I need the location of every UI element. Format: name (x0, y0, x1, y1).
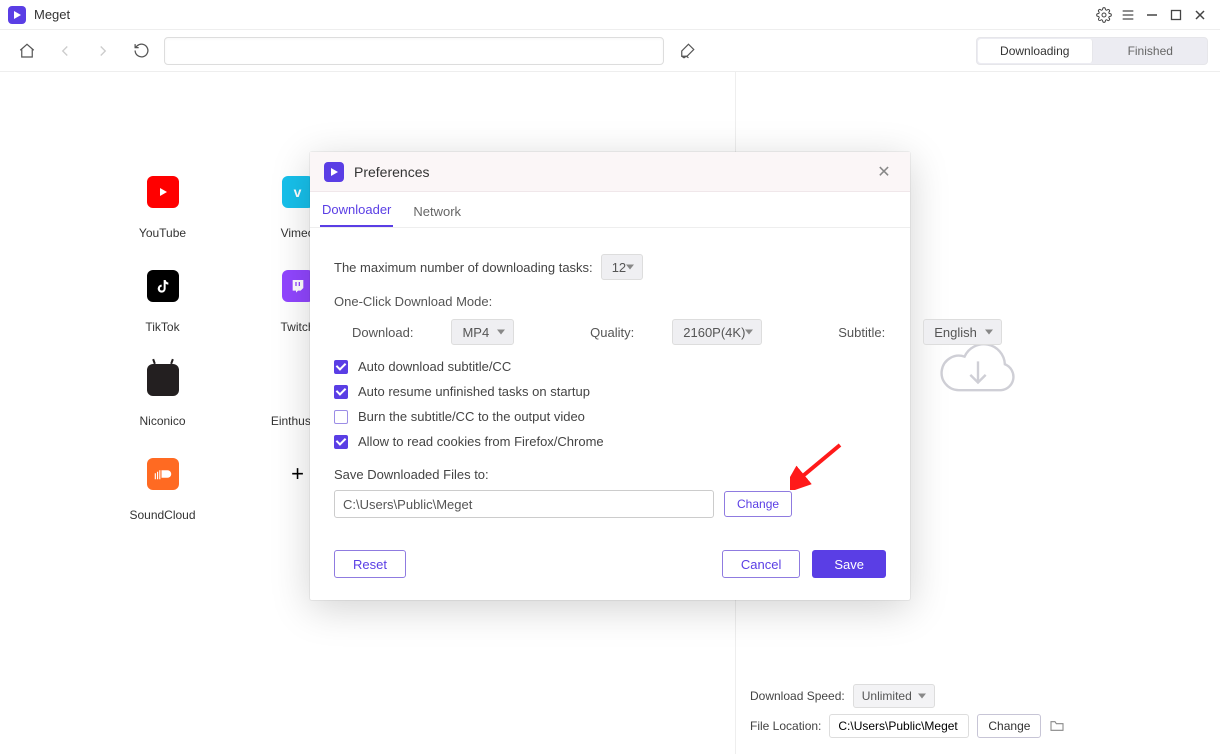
site-youtube[interactable]: YouTube (120, 176, 205, 240)
checkbox-icon (334, 360, 348, 374)
title-bar: Meget (0, 0, 1220, 30)
dialog-tabs: Downloader Network (310, 192, 910, 228)
app-icon (8, 6, 26, 24)
dialog-title: Preferences (354, 164, 429, 180)
subtitle-format-label: Subtitle: (838, 325, 885, 340)
app-title: Meget (34, 7, 70, 22)
max-tasks-label: The maximum number of downloading tasks: (334, 260, 593, 275)
plus-icon: + (282, 458, 314, 490)
site-niconico[interactable]: Niconico (120, 364, 205, 428)
forward-button[interactable] (88, 36, 118, 66)
checkbox-icon (334, 410, 348, 424)
subtitle-select[interactable]: English (923, 319, 1002, 345)
site-label: TikTok (145, 320, 179, 334)
tab-finished[interactable]: Finished (1094, 38, 1208, 64)
panel-tabs: Downloading Finished (976, 37, 1208, 65)
site-tiktok[interactable]: TikTok (120, 270, 205, 334)
max-tasks-select[interactable]: 12 (601, 254, 643, 280)
download-format-label: Download: (352, 325, 413, 340)
download-footer: Download Speed: Unlimited File Location:… (736, 670, 1220, 754)
home-button[interactable] (12, 36, 42, 66)
dialog-footer: Reset Cancel Save (310, 534, 910, 600)
checkbox-auto-subtitle[interactable]: Auto download subtitle/CC (334, 359, 886, 374)
maximize-button[interactable] (1164, 3, 1188, 27)
site-label: Niconico (139, 414, 185, 428)
location-label: File Location: (750, 719, 821, 733)
dialog-body: The maximum number of downloading tasks:… (310, 228, 910, 534)
site-soundcloud[interactable]: SoundCloud (120, 458, 205, 522)
site-label: SoundCloud (129, 508, 195, 522)
folder-icon[interactable] (1049, 718, 1065, 735)
brush-icon[interactable] (672, 36, 702, 66)
checkbox-auto-resume[interactable]: Auto resume unfinished tasks on startup (334, 384, 886, 399)
checkbox-icon (334, 435, 348, 449)
back-button[interactable] (50, 36, 80, 66)
location-change-button[interactable]: Change (977, 714, 1041, 738)
preferences-dialog: Preferences ✕ Downloader Network The max… (310, 152, 910, 600)
tab-downloading[interactable]: Downloading (978, 39, 1093, 63)
speed-select[interactable]: Unlimited (853, 684, 935, 708)
checkbox-allow-cookies[interactable]: Allow to read cookies from Firefox/Chrom… (334, 434, 886, 449)
checkbox-icon (334, 385, 348, 399)
speed-label: Download Speed: (750, 689, 845, 703)
save-button[interactable]: Save (812, 550, 886, 578)
quality-label: Quality: (590, 325, 634, 340)
app-icon (324, 162, 344, 182)
download-format-select[interactable]: MP4 (451, 319, 514, 345)
close-button[interactable] (1188, 3, 1212, 27)
toolbar: Downloading Finished (0, 30, 1220, 72)
site-label: YouTube (139, 226, 186, 240)
tab-downloader[interactable]: Downloader (320, 194, 393, 227)
save-path-label: Save Downloaded Files to: (334, 467, 886, 482)
tab-network[interactable]: Network (411, 196, 463, 227)
settings-icon[interactable] (1092, 3, 1116, 27)
menu-icon[interactable] (1116, 3, 1140, 27)
close-icon[interactable]: ✕ (872, 160, 896, 184)
change-path-button[interactable]: Change (724, 491, 792, 517)
url-input[interactable] (164, 37, 664, 65)
location-input[interactable] (829, 714, 969, 738)
save-path-input[interactable] (334, 490, 714, 518)
checkbox-burn-subtitle[interactable]: Burn the subtitle/CC to the output video (334, 409, 886, 424)
cancel-button[interactable]: Cancel (722, 550, 800, 578)
oneclick-header: One-Click Download Mode: (334, 294, 886, 309)
refresh-button[interactable] (126, 36, 156, 66)
minimize-button[interactable] (1140, 3, 1164, 27)
quality-select[interactable]: 2160P(4K) (672, 319, 762, 345)
dialog-header: Preferences ✕ (310, 152, 910, 192)
reset-button[interactable]: Reset (334, 550, 406, 578)
